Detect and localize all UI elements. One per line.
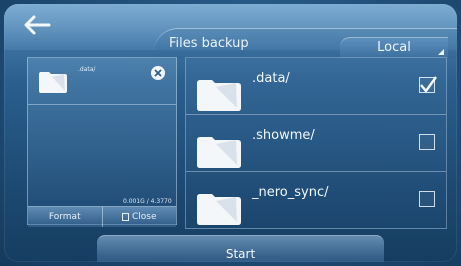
format-label: Format <box>48 212 81 222</box>
folder-icon <box>196 135 242 173</box>
selected-files-panel: .data/ 0.001G / 4.3770 Format Close <box>27 57 177 227</box>
storage-usage: 0.001G / 4.3770 <box>123 198 172 205</box>
format-button[interactable]: Format <box>28 206 102 227</box>
selected-item: .data/ <box>28 58 176 105</box>
list-item[interactable]: _nero_sync/ <box>186 172 446 229</box>
file-name: .data/ <box>252 71 290 86</box>
folder-icon <box>196 192 242 230</box>
checkbox-icon[interactable] <box>419 76 437 93</box>
file-name: _nero_sync/ <box>252 185 329 200</box>
page-title: Files backup <box>169 36 249 51</box>
file-name: .showme/ <box>252 128 315 143</box>
dropdown-corner-icon <box>438 49 444 55</box>
app-frame: Files backup Local .data/ 0.001G / 4.377… <box>4 4 457 262</box>
file-list: .data/ .showme/ _nero_sync/ <box>185 57 447 229</box>
location-label: Local <box>377 40 411 55</box>
list-item[interactable]: .data/ <box>186 58 446 115</box>
location-dropdown[interactable]: Local <box>340 37 448 58</box>
back-arrow-icon[interactable] <box>20 10 54 40</box>
checkbox-icon[interactable] <box>419 134 435 150</box>
list-item[interactable]: .showme/ <box>186 115 446 172</box>
square-icon <box>121 213 129 221</box>
selected-item-name: .data/ <box>78 66 96 73</box>
checkbox-icon[interactable] <box>419 191 435 207</box>
folder-icon <box>38 70 68 98</box>
panel-buttons: Format Close <box>28 206 176 227</box>
close-label: Close <box>131 212 157 222</box>
start-label: Start <box>225 246 256 261</box>
start-button[interactable]: Start <box>97 235 384 262</box>
close-button[interactable]: Close <box>101 206 176 227</box>
close-circle-icon[interactable] <box>151 66 165 80</box>
folder-icon <box>196 78 242 116</box>
